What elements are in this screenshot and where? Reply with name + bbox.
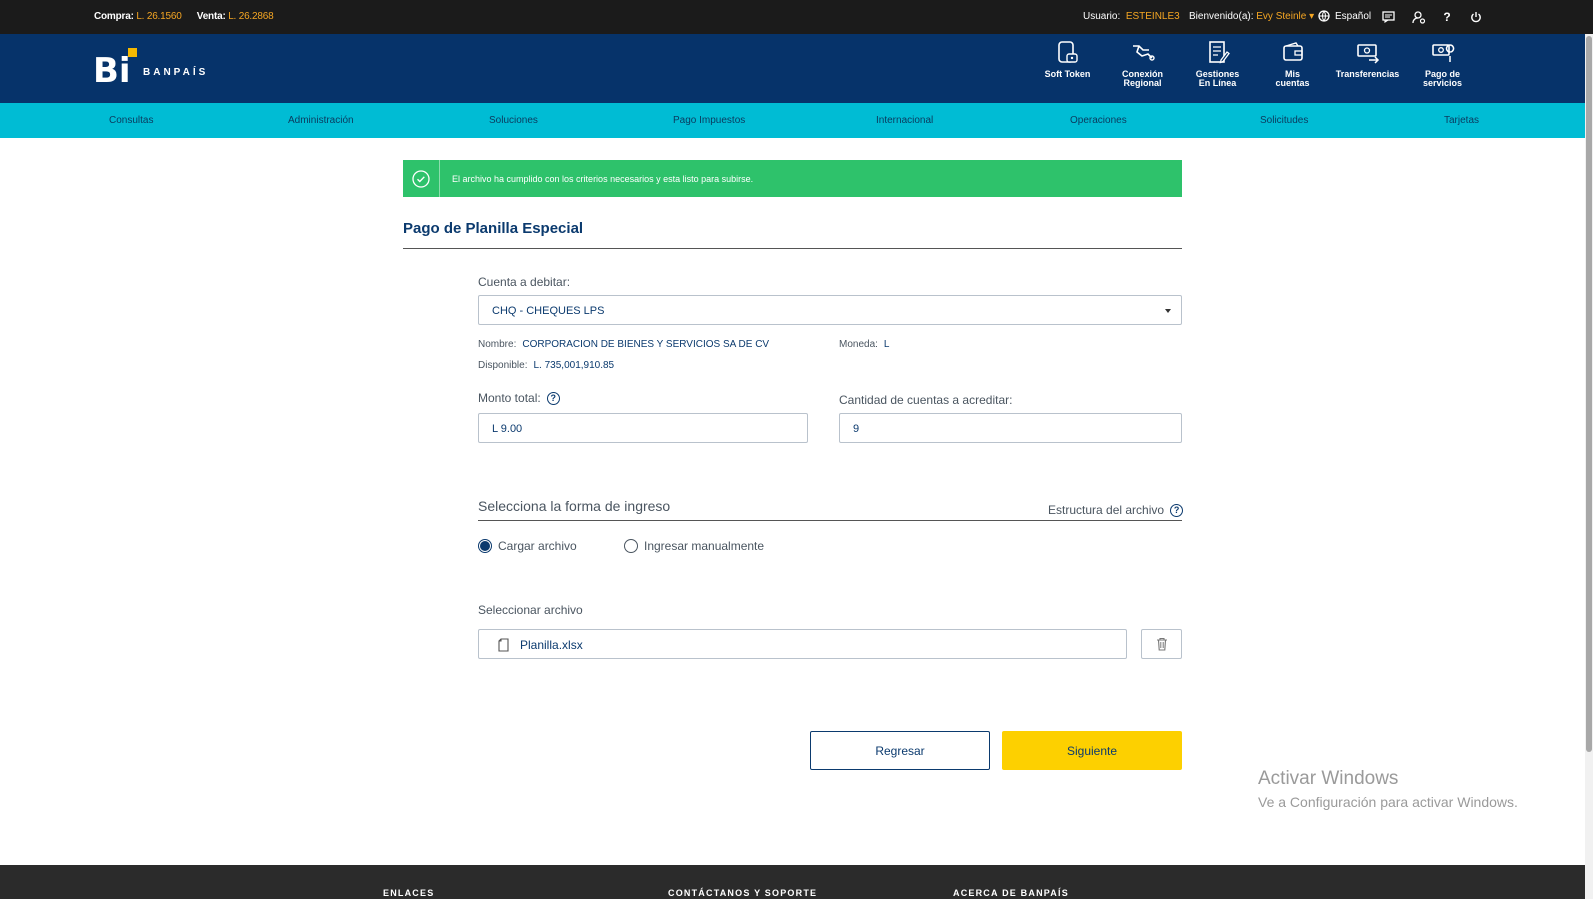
windows-activation-watermark: Activar Windows Ve a Configuración para … xyxy=(1258,768,1518,810)
cuenta-label: Cuenta a debitar: xyxy=(478,275,571,289)
conexion-regional-button[interactable]: Conexión Regional xyxy=(1105,40,1180,88)
page-scrollbar[interactable] xyxy=(1585,34,1593,899)
nav-internacional[interactable]: Internacional xyxy=(876,115,933,126)
estructura-help-icon[interactable]: ? xyxy=(1170,503,1184,517)
logo-text: BANPAÍS xyxy=(143,67,209,78)
help-icon[interactable]: ? xyxy=(1439,9,1455,25)
nav-tarjetas[interactable]: Tarjetas xyxy=(1444,115,1479,126)
success-alert: El archivo ha cumplido con los criterios… xyxy=(403,160,1182,197)
regresar-button[interactable]: Regresar xyxy=(810,731,990,770)
radio-cargar-archivo[interactable]: Cargar archivo xyxy=(478,539,577,553)
disponible-value: L. 735,001,910.85 xyxy=(533,360,615,371)
moneda-info: Moneda: L xyxy=(839,339,890,350)
moneda-value: L xyxy=(883,339,890,350)
venta-value: L. 26.2868 xyxy=(228,11,274,22)
welcome-user-menu[interactable]: Bienvenido(a): Evy Steinle ▾ xyxy=(1189,11,1314,22)
disponible-info: Disponible: L. 735,001,910.85 xyxy=(478,360,615,371)
soft-token-icon xyxy=(1057,41,1078,63)
cuenta-selected-value: CHQ - CHEQUES LPS xyxy=(492,305,605,317)
nombre-info: Nombre: CORPORACION DE BIENES Y SERVICIOS… xyxy=(478,339,770,350)
monto-label-row: Monto total:? xyxy=(478,391,560,406)
nav-operaciones[interactable]: Operaciones xyxy=(1070,115,1127,126)
file-select-input[interactable]: Planilla.xlsx xyxy=(478,629,1127,659)
dropdown-caret-icon xyxy=(1165,309,1171,313)
language-selector[interactable]: Español xyxy=(1318,10,1371,22)
soft-token-button[interactable]: Soft Token xyxy=(1030,40,1105,88)
language-label: Español xyxy=(1335,10,1372,22)
service-payment-icon xyxy=(1431,44,1454,62)
bienvenido-value: Evy Steinle xyxy=(1256,11,1307,22)
main-header: Bi BANPAÍS Soft Token Conexión Regional … xyxy=(0,34,1585,103)
compra-label: Compra: xyxy=(94,11,134,22)
nav-pago-impuestos[interactable]: Pago Impuestos xyxy=(673,115,745,126)
file-name: Planilla.xlsx xyxy=(520,638,583,652)
globe-icon xyxy=(1318,10,1330,22)
check-circle-icon xyxy=(412,169,430,188)
messages-icon[interactable] xyxy=(1380,9,1396,25)
archivo-label: Seleccionar archivo xyxy=(478,603,583,617)
nav-administracion[interactable]: Administración xyxy=(288,115,354,126)
cantidad-input[interactable]: 9 xyxy=(839,413,1182,443)
compra-value: L. 26.1560 xyxy=(136,11,182,22)
footer-enlaces: ENLACES xyxy=(383,888,435,898)
ingreso-section-title: Selecciona la forma de ingreso xyxy=(478,498,671,514)
transferencias-button[interactable]: Transferencias xyxy=(1330,40,1405,88)
monto-help-icon[interactable]: ? xyxy=(546,392,560,406)
nav-solicitudes[interactable]: Solicitudes xyxy=(1260,115,1308,126)
quick-access-icons: Soft Token Conexión Regional Gestiones E… xyxy=(1030,40,1480,88)
power-icon[interactable] xyxy=(1468,9,1484,25)
banpais-logo[interactable]: Bi BANPAÍS xyxy=(93,48,208,88)
nav-soluciones[interactable]: Soluciones xyxy=(489,115,538,126)
regional-connection-icon xyxy=(1132,45,1155,61)
alert-message: El archivo ha cumplido con los criterios… xyxy=(452,174,754,184)
cuenta-select[interactable]: CHQ - CHEQUES LPS xyxy=(478,295,1182,325)
gestiones-en-linea-button[interactable]: Gestiones En Línea xyxy=(1180,40,1255,88)
bienvenido-label: Bienvenido(a): xyxy=(1189,11,1254,22)
main-nav: Consultas Administración Soluciones Pago… xyxy=(0,103,1585,138)
footer-acerca: ACERCA DE BANPAÍS xyxy=(953,888,1069,898)
online-management-icon xyxy=(1208,41,1230,64)
ingreso-divider xyxy=(478,520,1182,521)
transfer-icon xyxy=(1356,44,1379,64)
cantidad-label: Cantidad de cuentas a acreditar: xyxy=(839,393,1013,407)
top-info-bar: Compra: L. 26.1560 Venta: L. 26.2868 Usu… xyxy=(0,0,1593,34)
radio-unselected-indicator xyxy=(624,539,638,553)
mis-cuentas-button[interactable]: Mis cuentas xyxy=(1255,40,1330,88)
wallet-icon xyxy=(1282,42,1303,61)
siguiente-button[interactable]: Siguiente xyxy=(1002,731,1182,770)
usuario-label: Usuario: xyxy=(1083,11,1121,22)
estructura-archivo-link[interactable]: Estructura del archivo? xyxy=(1048,503,1184,517)
user-settings-icon[interactable] xyxy=(1411,9,1427,25)
chevron-down-icon: ▾ xyxy=(1309,11,1315,22)
page-footer: ENLACES CONTÁCTANOS Y SOPORTE ACERCA DE … xyxy=(0,865,1585,899)
radio-selected-indicator xyxy=(478,539,492,553)
trash-icon xyxy=(1156,637,1167,651)
radio-ingresar-manualmente[interactable]: Ingresar manualmente xyxy=(624,539,764,553)
footer-contactanos: CONTÁCTANOS Y SOPORTE xyxy=(668,888,818,898)
nombre-value: CORPORACION DE BIENES Y SERVICIOS SA DE … xyxy=(522,339,770,350)
exchange-rates: Compra: L. 26.1560 Venta: L. 26.2868 xyxy=(94,11,274,22)
monto-input[interactable]: L 9.00 xyxy=(478,413,808,443)
usuario-value: ESTEINLE3 xyxy=(1125,11,1180,22)
title-divider xyxy=(403,248,1182,249)
delete-file-button[interactable] xyxy=(1141,629,1182,659)
venta-label: Venta: xyxy=(196,11,226,22)
page-title: Pago de Planilla Especial xyxy=(403,220,584,237)
monto-label: Monto total: xyxy=(478,391,541,405)
logo-letter: Bi xyxy=(93,51,131,91)
pago-servicios-button[interactable]: Pago de servicios xyxy=(1405,40,1480,88)
nav-consultas[interactable]: Consultas xyxy=(109,115,153,126)
user-info: Usuario: ESTEINLE3 xyxy=(1083,11,1180,22)
document-icon xyxy=(498,638,509,652)
